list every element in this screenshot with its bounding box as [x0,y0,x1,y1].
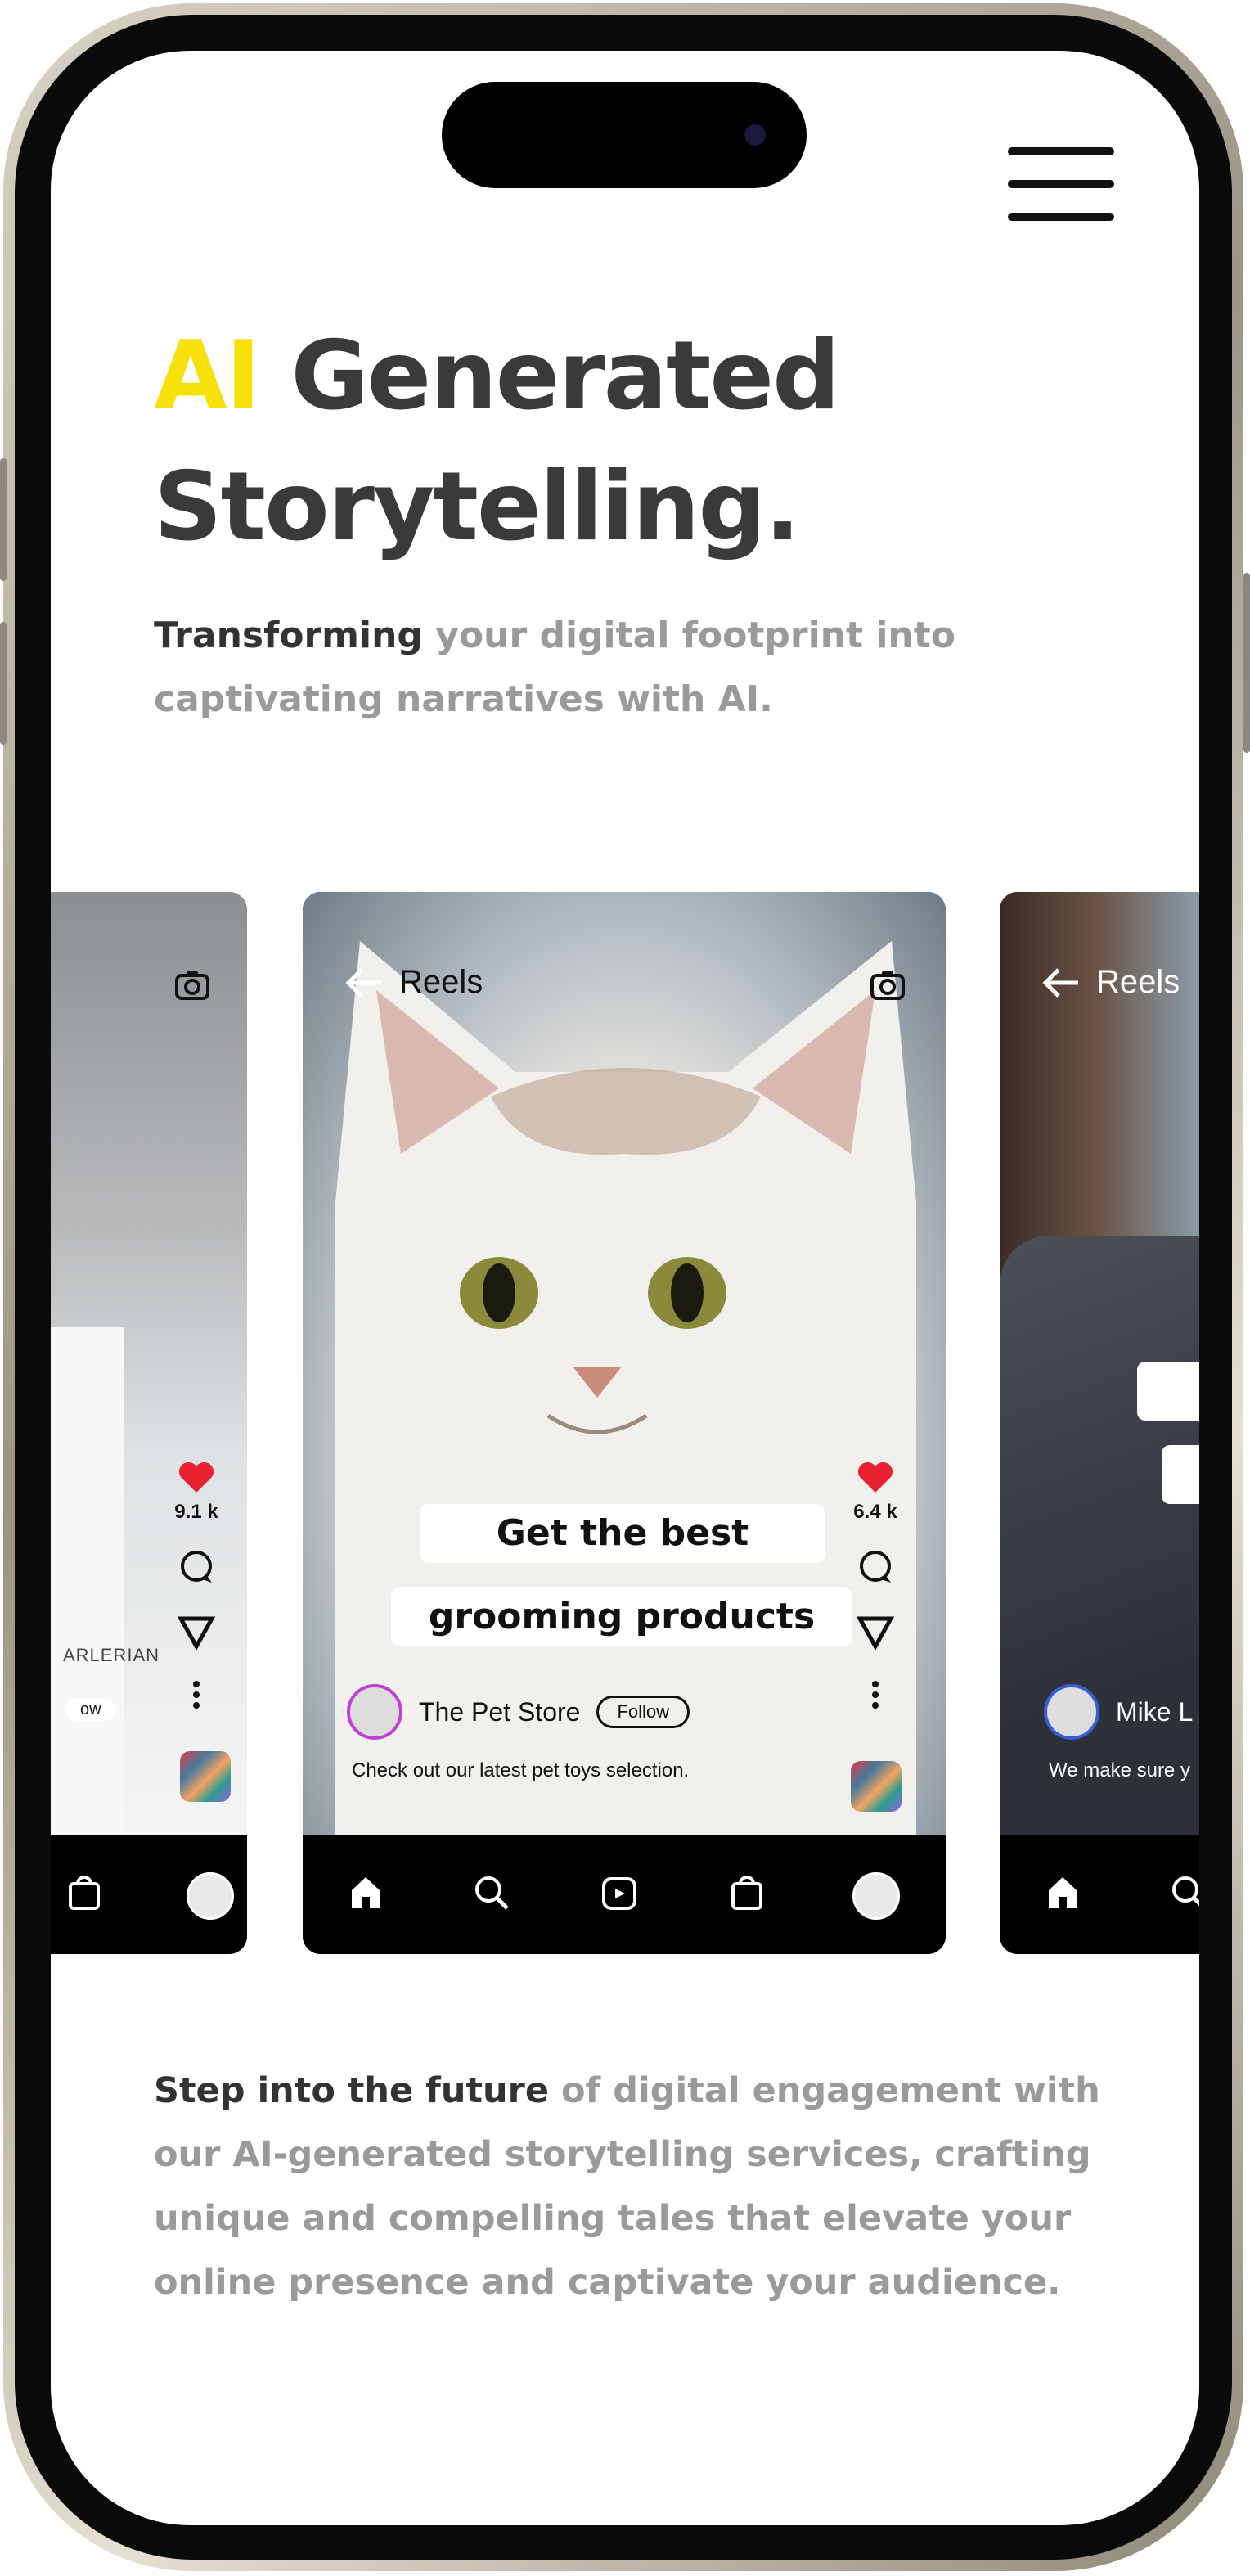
music-thumbnail[interactable] [851,1761,902,1812]
author-name[interactable]: Mike L [1116,1697,1193,1727]
man-figure [1000,1236,1199,1835]
author-avatar[interactable] [347,1684,402,1740]
comment-icon[interactable] [176,1547,217,1587]
heart-icon[interactable] [855,1457,896,1497]
home-icon[interactable] [345,1872,386,1913]
screen: AI Generated Storytelling. Transforming … [51,51,1199,2525]
hero-title-word: Generated [290,321,840,431]
action-column: 9.1 k [164,1457,229,1715]
shop-icon[interactable] [64,1872,105,1913]
home-icon[interactable] [1042,1872,1083,1913]
share-icon[interactable] [855,1610,896,1651]
dynamic-island [442,82,807,188]
caption-line-2: grooming products [391,1587,852,1646]
profile-avatar [187,1872,234,1920]
author-row: Mike L [1044,1684,1193,1740]
reel-media: Reels Mike L We make sure y [1000,892,1199,1835]
back-arrow-icon[interactable] [345,966,383,999]
body-paragraph: Step into the future of digital engageme… [154,2059,1135,2314]
menu-button[interactable] [1008,147,1114,221]
bottom-nav [51,1835,247,1954]
badge-text: ARLERIAN [63,1645,160,1665]
hero-title-accent: AI [154,321,261,431]
back-arrow-icon[interactable] [1042,966,1080,999]
reels-header[interactable]: Reels [1042,964,1180,1001]
like-count: 6.4 k [853,1501,897,1523]
caption-pill [1162,1445,1199,1504]
body-strong: Step into the future [154,2070,550,2111]
more-icon[interactable] [855,1674,896,1715]
bottom-nav [303,1835,946,1954]
comment-icon[interactable] [855,1547,896,1587]
heart-icon[interactable] [176,1457,217,1497]
more-icon[interactable] [176,1674,217,1715]
search-icon[interactable] [471,1872,512,1913]
reels-header[interactable]: Reels [345,964,483,1001]
profile-avatar [852,1872,900,1920]
reel-card-center[interactable]: Reels 6.4 k Get the best grooming produc… [303,892,946,1954]
side-button [0,622,7,745]
action-column: 6.4 k [843,1457,908,1715]
camera-icon[interactable] [172,964,213,1005]
hero-subtitle: Transforming your digital footprint into… [154,604,1054,732]
reel-media: 9.1 k ARLERIAN ow [51,892,247,1835]
music-thumbnail[interactable] [180,1751,231,1802]
post-caption: We make sure y [1049,1759,1190,1781]
reels-label: Reels [399,964,483,1000]
follow-button[interactable]: Follow [596,1696,690,1728]
author-name[interactable]: The Pet Store [419,1697,580,1727]
menu-icon [1008,213,1114,221]
reel-card-left[interactable]: 9.1 k ARLERIAN ow [51,892,247,1954]
like-count: 9.1 k [174,1501,218,1523]
search-icon[interactable] [1168,1872,1199,1913]
menu-icon [1008,180,1114,188]
profile-icon[interactable] [187,1872,234,1920]
reels-label: Reels [1096,964,1180,1000]
share-icon[interactable] [176,1610,217,1651]
profile-icon[interactable] [852,1872,900,1920]
camera-icon[interactable] [867,964,908,1005]
author-avatar[interactable] [1044,1684,1099,1740]
caption-line-1: Get the best [420,1504,825,1563]
menu-icon [1008,147,1114,155]
hero-title-line2: Storytelling. [154,452,801,562]
caption-pill [1137,1362,1199,1421]
hero-title: AI Generated Storytelling. [154,311,840,573]
reels-icon[interactable] [599,1872,640,1913]
shop-icon[interactable] [726,1872,767,1913]
camera-lens [744,124,766,146]
author-row: The Pet Store Follow [347,1684,690,1740]
subtitle-strong: Transforming [154,615,423,656]
reel-media: Reels 6.4 k Get the best grooming produc… [303,892,946,1835]
bottom-nav [1000,1835,1199,1954]
side-button [1243,573,1250,753]
post-caption: Check out our latest pet toys selection. [352,1759,690,1781]
follow-button[interactable]: ow [65,1699,116,1721]
side-button [0,458,7,581]
reel-card-right[interactable]: Reels Mike L We make sure y [1000,892,1199,1954]
